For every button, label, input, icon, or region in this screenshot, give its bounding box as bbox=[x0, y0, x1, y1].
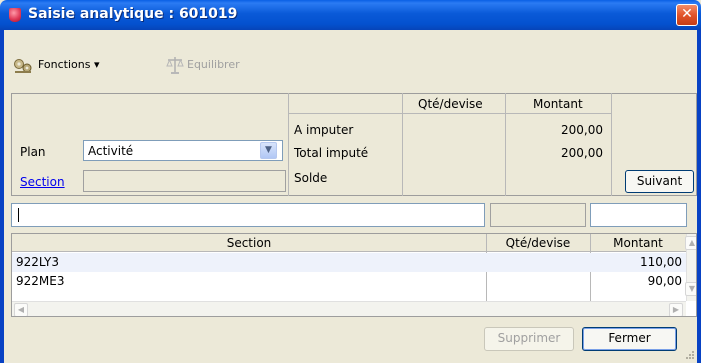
qte-entry-input bbox=[490, 203, 586, 227]
summary-label-total-impute: Total imputé bbox=[294, 146, 369, 160]
plan-select-value: Activité bbox=[88, 144, 134, 158]
window-frame-left bbox=[0, 30, 4, 363]
window-frame-right bbox=[697, 30, 701, 363]
supprimer-button[interactable]: Supprimer bbox=[484, 327, 574, 351]
scroll-up-button[interactable]: ▲ bbox=[685, 236, 696, 250]
plan-select[interactable]: Activité ▼ bbox=[83, 140, 283, 161]
montant-entry-input[interactable] bbox=[590, 203, 687, 227]
summary-col-qte: Qté/devise bbox=[418, 97, 483, 111]
row-section: 922LY3 bbox=[16, 255, 59, 269]
scroll-left-button[interactable]: ◀ bbox=[14, 303, 28, 316]
grid-header-section[interactable]: Section bbox=[12, 236, 486, 250]
suivant-button[interactable]: Suivant bbox=[625, 170, 694, 193]
summary-divider bbox=[402, 93, 403, 196]
grid-header-montant[interactable]: Montant bbox=[590, 236, 686, 250]
summary-label-a-imputer: A imputer bbox=[294, 123, 354, 137]
vertical-scrollbar[interactable]: ▲ ▼ bbox=[685, 234, 696, 301]
fermer-button[interactable]: Fermer bbox=[582, 327, 677, 351]
summary-col-montant: Montant bbox=[533, 97, 583, 111]
summary-divider bbox=[288, 113, 611, 114]
summary-label-solde: Solde bbox=[294, 171, 328, 185]
close-button[interactable]: ✕ bbox=[676, 4, 698, 26]
summary-divider bbox=[288, 93, 289, 196]
analytic-grid[interactable]: Section Qté/devise Montant 922LY3 110,00… bbox=[11, 233, 697, 317]
close-icon: ✕ bbox=[681, 6, 693, 22]
window-title: Saisie analytique : 601019 bbox=[28, 6, 238, 22]
scales-icon bbox=[166, 57, 184, 74]
section-field bbox=[83, 170, 286, 192]
summary-divider bbox=[505, 93, 506, 196]
row-section: 922ME3 bbox=[16, 274, 65, 288]
fonctions-label: Fonctions bbox=[38, 58, 91, 71]
equilibrer-button[interactable]: Equilibrer bbox=[187, 58, 240, 71]
plan-label: Plan bbox=[20, 145, 46, 159]
section-entry-input[interactable] bbox=[11, 203, 485, 227]
grid-header-qte[interactable]: Qté/devise bbox=[486, 236, 590, 250]
fonctions-button[interactable]: Fonctions ▾ bbox=[38, 58, 100, 71]
horizontal-scrollbar[interactable]: ◀ ▶ bbox=[12, 301, 686, 316]
app-icon bbox=[9, 8, 21, 22]
summary-value-total-impute: 200,00 bbox=[561, 146, 603, 160]
resize-grip-icon[interactable] bbox=[685, 350, 695, 360]
summary-divider bbox=[611, 93, 612, 196]
row-montant: 90,00 bbox=[647, 274, 682, 288]
chevron-down-icon[interactable]: ▼ bbox=[260, 142, 277, 159]
summary-value-a-imputer: 200,00 bbox=[561, 123, 603, 137]
scroll-right-button[interactable]: ▶ bbox=[669, 303, 683, 316]
chevron-down-icon: ▾ bbox=[94, 58, 100, 71]
text-caret bbox=[18, 208, 19, 222]
gears-icon[interactable] bbox=[12, 58, 34, 74]
scroll-down-button[interactable]: ▼ bbox=[685, 282, 696, 296]
table-row[interactable]: 922ME3 90,00 bbox=[12, 272, 686, 291]
table-row[interactable]: 922LY3 110,00 bbox=[12, 253, 686, 272]
section-link[interactable]: Section bbox=[20, 175, 65, 189]
row-montant: 110,00 bbox=[640, 255, 682, 269]
